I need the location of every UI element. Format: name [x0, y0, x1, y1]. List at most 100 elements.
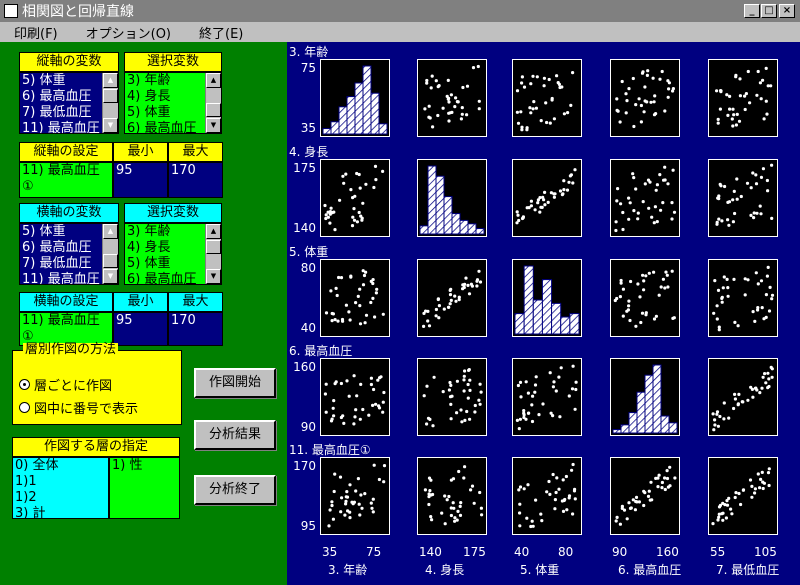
scroll-up-icon[interactable]: ▲ [103, 224, 118, 239]
scrollbar[interactable]: ▲ ▼ [102, 224, 118, 284]
plot-svg [324, 269, 385, 326]
scatter-point [759, 97, 763, 101]
analysis-results-button[interactable]: 分析結果 [194, 420, 276, 450]
y-min-value[interactable]: 95 [113, 162, 168, 198]
scroll-down-icon[interactable]: ▼ [206, 269, 221, 284]
scatter-point [460, 112, 464, 116]
scrollbar[interactable]: ▲ ▼ [205, 224, 221, 284]
scatter-point [382, 464, 387, 468]
scroll-down-icon[interactable]: ▼ [103, 269, 118, 284]
scatter-point [571, 512, 575, 516]
scatter-point [336, 319, 340, 323]
scatter-point [526, 411, 531, 415]
end-analysis-button[interactable]: 分析終了 [194, 475, 276, 505]
menu-print[interactable]: 印刷(F) [14, 23, 58, 42]
scatter-point [718, 503, 723, 507]
close-button[interactable]: × [779, 4, 795, 18]
scatter-point [515, 110, 519, 114]
scrollbar[interactable]: ▲ ▼ [205, 73, 221, 133]
col-title: 7. 最低血圧 [716, 563, 780, 577]
app-icon[interactable] [4, 4, 18, 18]
layers-list[interactable]: 0) 全体 1)1 1)2 3) 計 [12, 457, 109, 519]
list-item[interactable]: 0) 全体 [15, 458, 108, 474]
y-select-list[interactable]: 3) 年齢 4) 身長 5) 体重 6) 最高血圧 ▲ ▼ [124, 72, 222, 134]
scatter-point [478, 382, 482, 386]
scatter-point [655, 183, 659, 187]
scatter-point [359, 214, 363, 218]
scatter-point [446, 97, 450, 101]
layers-right-list[interactable]: 1) 性 [109, 457, 180, 519]
histogram-bar [346, 96, 356, 135]
scatter-point [466, 283, 470, 287]
scatter-point [770, 375, 774, 379]
y-max-value[interactable]: 170 [168, 162, 223, 198]
scroll-up-icon[interactable]: ▲ [206, 224, 221, 239]
scatter-point [766, 471, 771, 475]
start-plot-button[interactable]: 作図開始 [194, 368, 276, 398]
y-axis-vars-list[interactable]: 5) 体重 6) 最高血圧 7) 最低血圧 11) 最高血圧 ▲ ▼ [19, 72, 119, 134]
minimize-button[interactable]: _ [744, 4, 760, 18]
scatter-point [455, 379, 459, 383]
x-select-list[interactable]: 3) 年齢 4) 身長 5) 体重 6) 最高血圧 ▲ ▼ [124, 223, 222, 285]
scatter-point [381, 169, 385, 173]
scatter-point [557, 375, 561, 379]
x-max-value[interactable]: 170 [168, 312, 223, 346]
x-min-value[interactable]: 95 [113, 312, 168, 346]
scatter-point [571, 364, 575, 368]
scatter-point [726, 218, 730, 222]
list-item[interactable]: 1)1 [15, 474, 108, 490]
scatter-point [434, 307, 438, 312]
scatter-point [476, 64, 480, 69]
scroll-thumb[interactable] [206, 103, 221, 117]
scatter-point [750, 387, 754, 391]
scatter-point [379, 375, 383, 379]
scatter-point [657, 293, 661, 297]
scatter-point [750, 484, 754, 488]
scatter-point [641, 200, 645, 204]
scatter-point [654, 188, 658, 192]
scroll-thumb[interactable] [103, 89, 118, 103]
list-item[interactable]: 1) 性 [112, 458, 179, 474]
menu-options[interactable]: オプション(O) [86, 23, 171, 42]
x-setting-var[interactable]: 11) 最高血圧 ① [19, 312, 113, 346]
scatter-point [666, 182, 670, 186]
scroll-up-icon[interactable]: ▲ [103, 73, 118, 88]
maximize-button[interactable]: □ [761, 4, 777, 18]
scroll-down-icon[interactable]: ▼ [206, 118, 221, 133]
scatter-point [351, 215, 355, 219]
list-item[interactable]: 1)2 [15, 490, 108, 506]
scatter-point [555, 476, 559, 480]
scatter-point [381, 410, 385, 414]
scroll-thumb[interactable] [206, 240, 221, 254]
scatter-point [360, 218, 364, 222]
radio-unchecked-icon[interactable] [19, 402, 30, 413]
scatter-point [558, 85, 562, 90]
scroll-up-icon[interactable]: ▲ [206, 73, 221, 88]
scatter-point [625, 99, 629, 103]
scatter-point [460, 420, 464, 424]
scatter-point [463, 418, 467, 422]
scatter-point [328, 221, 332, 225]
scatter-point [539, 205, 543, 209]
plot-svg [327, 463, 387, 528]
radio-checked-icon[interactable] [19, 379, 30, 390]
menu-exit[interactable]: 終了(E) [199, 23, 243, 42]
scatter-point [552, 195, 556, 199]
scatter-point [758, 391, 762, 395]
strat-option-2[interactable]: 図中に番号で表示 [19, 398, 138, 417]
scatter-point [460, 106, 464, 110]
scroll-thumb[interactable] [103, 254, 118, 268]
strat-option-1[interactable]: 層ごとに作図 [19, 375, 112, 394]
scatter-point [465, 113, 469, 117]
scatter-point [562, 188, 566, 192]
scatter-point [754, 173, 758, 177]
y-setting-var[interactable]: 11) 最高血圧 ① [19, 162, 113, 198]
scatter-point [627, 196, 631, 200]
scatter-point [561, 478, 565, 482]
x-axis-vars-list[interactable]: 5) 体重 6) 最高血圧 7) 最低血圧 11) 最高血圧 ▲ ▼ [19, 223, 119, 285]
scroll-down-icon[interactable]: ▼ [103, 118, 118, 133]
scatter-point [375, 287, 379, 291]
list-item[interactable]: 3) 計 [15, 506, 108, 518]
scrollbar[interactable]: ▲ ▼ [102, 73, 118, 133]
scatter-point [753, 319, 757, 323]
